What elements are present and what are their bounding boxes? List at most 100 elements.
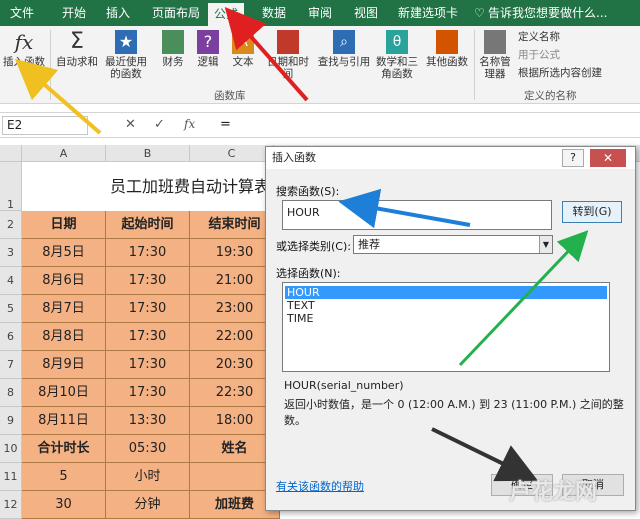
- table-cell[interactable]: 13:30: [106, 407, 190, 435]
- cancel-icon[interactable]: ✕: [125, 117, 136, 132]
- table-cell[interactable]: 8月10日: [22, 379, 106, 407]
- search-input[interactable]: HOUR: [282, 200, 552, 230]
- text-icon: A: [232, 30, 254, 54]
- autosum-button[interactable]: Σ 自动求和: [54, 30, 100, 69]
- row-header[interactable]: 12: [0, 491, 22, 519]
- text-button[interactable]: A 文本: [228, 30, 258, 68]
- list-item[interactable]: TEXT: [285, 299, 607, 312]
- table-cell[interactable]: 30: [22, 491, 106, 519]
- tab-home[interactable]: 开始: [62, 4, 86, 22]
- recent-label: 最近使用的函数: [105, 56, 147, 80]
- tell-me-box[interactable]: 告诉我您想要做什么...: [488, 4, 607, 22]
- tab-page-layout[interactable]: 页面布局: [152, 4, 200, 22]
- table-cell[interactable]: 分钟: [106, 491, 190, 519]
- function-list[interactable]: HOUR TEXT TIME: [282, 282, 610, 372]
- row-header[interactable]: 5: [0, 295, 22, 323]
- financial-button[interactable]: 财务: [158, 30, 188, 68]
- column-header[interactable]: B: [106, 145, 190, 162]
- calendar-icon: [277, 30, 299, 54]
- tab-file[interactable]: 文件: [10, 4, 34, 22]
- row-header[interactable]: 8: [0, 379, 22, 407]
- table-cell[interactable]: 小时: [106, 463, 190, 491]
- column-header[interactable]: A: [22, 145, 106, 162]
- logical-button[interactable]: ? 逻辑: [194, 30, 222, 68]
- tab-insert[interactable]: 插入: [106, 4, 130, 22]
- category-select[interactable]: 推荐: [353, 235, 553, 254]
- star-icon: ★: [115, 30, 137, 54]
- category-label: 或选择类别(C):: [276, 240, 351, 253]
- row-header[interactable]: 11: [0, 463, 22, 491]
- lightbulb-icon: ♡: [474, 6, 485, 20]
- group-defined-names: 定义的名称: [524, 90, 577, 102]
- chevron-down-icon[interactable]: ▼: [539, 236, 552, 253]
- table-cell[interactable]: 17:30: [106, 323, 190, 351]
- tab-new[interactable]: 新建选项卡: [398, 4, 458, 22]
- tab-view[interactable]: 视图: [354, 4, 378, 22]
- name-manager-button[interactable]: 名称管理器: [476, 30, 514, 80]
- table-cell[interactable]: 8月8日: [22, 323, 106, 351]
- table-cell[interactable]: 17:30: [106, 239, 190, 267]
- table-cell[interactable]: 17:30: [106, 351, 190, 379]
- group-function-library: 函数库: [214, 90, 246, 102]
- more-label: 其他函数: [426, 56, 468, 68]
- table-cell[interactable]: 17:30: [106, 379, 190, 407]
- help-button[interactable]: ?: [562, 149, 584, 167]
- table-cell[interactable]: 05:30: [106, 435, 190, 463]
- financial-icon: [162, 30, 184, 54]
- name-manager-label: 名称管理器: [479, 56, 511, 80]
- select-all[interactable]: [0, 145, 22, 162]
- name-box[interactable]: E2: [2, 116, 88, 135]
- table-cell[interactable]: 5: [22, 463, 106, 491]
- name-manager-icon: [484, 30, 506, 54]
- list-item[interactable]: TIME: [285, 312, 607, 325]
- row-header[interactable]: 3: [0, 239, 22, 267]
- table-cell[interactable]: 8月5日: [22, 239, 106, 267]
- create-from-selection-button[interactable]: 根据所选内容创建: [518, 66, 602, 80]
- table-cell[interactable]: 17:30: [106, 267, 190, 295]
- financial-label: 财务: [162, 56, 184, 68]
- row-header[interactable]: 10: [0, 435, 22, 463]
- row-header[interactable]: 2: [0, 211, 22, 239]
- enter-icon[interactable]: ✓: [154, 117, 165, 132]
- list-item[interactable]: HOUR: [285, 286, 607, 299]
- lookup-label: 查找与引用: [317, 56, 371, 68]
- search-label: 搜索函数(S):: [276, 185, 340, 198]
- use-in-formula-button[interactable]: 用于公式: [518, 48, 560, 62]
- formula-input[interactable]: =: [220, 117, 231, 132]
- insert-function-dialog: 插入函数 ? ✕ 搜索函数(S): HOUR 转到(G) 或选择类别(C): 推…: [265, 146, 636, 511]
- insert-function-button[interactable]: fx 插入函数: [2, 30, 46, 68]
- math-button[interactable]: θ 数学和三角函数: [374, 30, 420, 80]
- help-link[interactable]: 有关该函数的帮助: [276, 478, 364, 494]
- fx-button[interactable]: fx: [184, 117, 195, 131]
- table-cell[interactable]: 起始时间: [106, 211, 190, 239]
- table-cell[interactable]: 日期: [22, 211, 106, 239]
- tab-data[interactable]: 数据: [262, 4, 286, 22]
- row-header[interactable]: 6: [0, 323, 22, 351]
- table-cell[interactable]: 8月7日: [22, 295, 106, 323]
- table-cell[interactable]: 8月9日: [22, 351, 106, 379]
- table-cell[interactable]: 合计时长: [22, 435, 106, 463]
- table-cell[interactable]: 17:30: [106, 295, 190, 323]
- logical-label: 逻辑: [197, 56, 219, 68]
- lookup-button[interactable]: ⌕ 查找与引用: [316, 30, 372, 68]
- close-icon[interactable]: ✕: [590, 149, 626, 167]
- row-header[interactable]: 1: [0, 162, 22, 211]
- row-header[interactable]: 4: [0, 267, 22, 295]
- formula-bar: E2 ✕ ✓ fx =: [0, 112, 640, 138]
- datetime-button[interactable]: 日期和时间: [262, 30, 314, 80]
- row-header[interactable]: 7: [0, 351, 22, 379]
- tab-review[interactable]: 审阅: [308, 4, 332, 22]
- function-description: 返回小时数值，是一个 0 (12:00 A.M.) 到 23 (11:00 P.…: [284, 398, 624, 427]
- table-cell[interactable]: 8月11日: [22, 407, 106, 435]
- recent-functions-button[interactable]: ★ 最近使用的函数: [100, 30, 152, 80]
- math-label: 数学和三角函数: [376, 56, 418, 80]
- more-functions-button[interactable]: 其他函数: [424, 30, 470, 68]
- goto-button[interactable]: 转到(G): [562, 201, 622, 223]
- table-cell[interactable]: 8月6日: [22, 267, 106, 295]
- tab-formulas[interactable]: 公式: [208, 3, 245, 26]
- column-header[interactable]: C: [190, 145, 274, 162]
- separator: [50, 30, 51, 100]
- row-header[interactable]: 9: [0, 407, 22, 435]
- question-icon: ?: [197, 30, 219, 54]
- define-name-button[interactable]: 定义名称: [518, 30, 560, 44]
